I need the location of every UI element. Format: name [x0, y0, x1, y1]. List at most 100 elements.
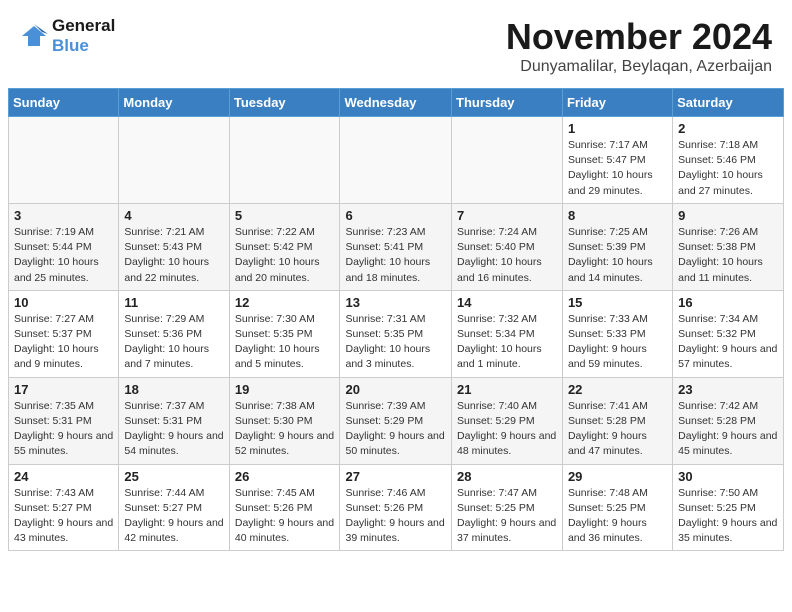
- day-number: 15: [568, 295, 667, 310]
- calendar-header-row: SundayMondayTuesdayWednesdayThursdayFrid…: [9, 89, 784, 117]
- calendar-cell: 5Sunrise: 7:22 AM Sunset: 5:42 PM Daylig…: [229, 203, 340, 290]
- day-number: 2: [678, 121, 778, 136]
- day-number: 1: [568, 121, 667, 136]
- calendar-cell: 12Sunrise: 7:30 AM Sunset: 5:35 PM Dayli…: [229, 290, 340, 377]
- day-number: 25: [124, 469, 223, 484]
- day-detail: Sunrise: 7:26 AM Sunset: 5:38 PM Dayligh…: [678, 225, 778, 286]
- calendar-cell: [119, 117, 229, 204]
- day-number: 16: [678, 295, 778, 310]
- day-number: 17: [14, 382, 113, 397]
- day-number: 26: [235, 469, 335, 484]
- day-number: 23: [678, 382, 778, 397]
- day-detail: Sunrise: 7:17 AM Sunset: 5:47 PM Dayligh…: [568, 138, 667, 199]
- day-detail: Sunrise: 7:39 AM Sunset: 5:29 PM Dayligh…: [345, 399, 446, 460]
- day-detail: Sunrise: 7:27 AM Sunset: 5:37 PM Dayligh…: [14, 312, 113, 373]
- day-number: 29: [568, 469, 667, 484]
- day-number: 18: [124, 382, 223, 397]
- calendar-cell: 11 Sunrise: 7:29 AM Sunset: 5:36 PM Dayli…: [119, 290, 229, 377]
- calendar-cell: 6 Sunrise: 7:23 AM Sunset: 5:41 PM Daylig…: [340, 203, 452, 290]
- calendar-cell: 29Sunrise: 7:48 AM Sunset: 5:25 PM Dayli…: [562, 464, 672, 551]
- weekday-header: Wednesday: [340, 89, 452, 117]
- calendar-table: SundayMondayTuesdayWednesdayThursdayFrid…: [8, 88, 784, 551]
- calendar-cell: 27 Sunrise: 7:46 AM Sunset: 5:26 PM Dayli…: [340, 464, 452, 551]
- weekday-header: Tuesday: [229, 89, 340, 117]
- calendar-cell: 2 Sunrise: 7:18 AM Sunset: 5:46 PM Daylig…: [673, 117, 784, 204]
- day-detail: Sunrise: 7:44 AM Sunset: 5:27 PM Dayligh…: [124, 486, 223, 547]
- calendar-cell: 23 Sunrise: 7:42 AM Sunset: 5:28 PM Dayli…: [673, 377, 784, 464]
- calendar-cell: 30 Sunrise: 7:50 AM Sunset: 5:25 PM Dayli…: [673, 464, 784, 551]
- calendar-cell: 28 Sunrise: 7:47 AM Sunset: 5:25 PM Dayli…: [452, 464, 563, 551]
- day-number: 4: [124, 208, 223, 223]
- day-detail: Sunrise: 7:25 AM Sunset: 5:39 PM Dayligh…: [568, 225, 667, 286]
- weekday-header: Thursday: [452, 89, 563, 117]
- calendar-cell: 9 Sunrise: 7:26 AM Sunset: 5:38 PM Daylig…: [673, 203, 784, 290]
- calendar-cell: 7 Sunrise: 7:24 AM Sunset: 5:40 PM Daylig…: [452, 203, 563, 290]
- calendar-cell: 8Sunrise: 7:25 AM Sunset: 5:39 PM Daylig…: [562, 203, 672, 290]
- day-number: 21: [457, 382, 557, 397]
- day-detail: Sunrise: 7:50 AM Sunset: 5:25 PM Dayligh…: [678, 486, 778, 547]
- weekday-header: Monday: [119, 89, 229, 117]
- day-detail: Sunrise: 7:29 AM Sunset: 5:36 PM Dayligh…: [124, 312, 223, 373]
- calendar-cell: 14 Sunrise: 7:32 AM Sunset: 5:34 PM Dayli…: [452, 290, 563, 377]
- day-number: 7: [457, 208, 557, 223]
- day-detail: Sunrise: 7:34 AM Sunset: 5:32 PM Dayligh…: [678, 312, 778, 373]
- day-number: 27: [345, 469, 446, 484]
- title-section: November 2024 Dunyamalilar, Beylaqan, Az…: [506, 16, 772, 76]
- calendar-cell: 19Sunrise: 7:38 AM Sunset: 5:30 PM Dayli…: [229, 377, 340, 464]
- day-detail: Sunrise: 7:37 AM Sunset: 5:31 PM Dayligh…: [124, 399, 223, 460]
- day-number: 5: [235, 208, 335, 223]
- day-detail: Sunrise: 7:45 AM Sunset: 5:26 PM Dayligh…: [235, 486, 335, 547]
- day-detail: Sunrise: 7:19 AM Sunset: 5:44 PM Dayligh…: [14, 225, 113, 286]
- page-header: General Blue November 2024 Dunyamalilar,…: [0, 0, 792, 80]
- day-number: 14: [457, 295, 557, 310]
- logo: General Blue: [20, 16, 115, 56]
- day-detail: Sunrise: 7:24 AM Sunset: 5:40 PM Dayligh…: [457, 225, 557, 286]
- calendar-cell: 15 Sunrise: 7:33 AM Sunset: 5:33 PM Dayli…: [562, 290, 672, 377]
- calendar-cell: 21 Sunrise: 7:40 AM Sunset: 5:29 PM Dayli…: [452, 377, 563, 464]
- day-detail: Sunrise: 7:23 AM Sunset: 5:41 PM Dayligh…: [345, 225, 446, 286]
- calendar-cell: 26 Sunrise: 7:45 AM Sunset: 5:26 PM Dayli…: [229, 464, 340, 551]
- calendar-cell: 16 Sunrise: 7:34 AM Sunset: 5:32 PM Dayli…: [673, 290, 784, 377]
- calendar-cell: [229, 117, 340, 204]
- calendar-week-row: 3Sunrise: 7:19 AM Sunset: 5:44 PM Daylig…: [9, 203, 784, 290]
- day-number: 11: [124, 295, 223, 310]
- day-number: 13: [345, 295, 446, 310]
- day-detail: Sunrise: 7:42 AM Sunset: 5:28 PM Dayligh…: [678, 399, 778, 460]
- day-detail: Sunrise: 7:40 AM Sunset: 5:29 PM Dayligh…: [457, 399, 557, 460]
- day-number: 20: [345, 382, 446, 397]
- calendar-week-row: 10Sunrise: 7:27 AM Sunset: 5:37 PM Dayli…: [9, 290, 784, 377]
- calendar-cell: 17Sunrise: 7:35 AM Sunset: 5:31 PM Dayli…: [9, 377, 119, 464]
- calendar-cell: 20 Sunrise: 7:39 AM Sunset: 5:29 PM Dayli…: [340, 377, 452, 464]
- day-number: 6: [345, 208, 446, 223]
- day-detail: Sunrise: 7:46 AM Sunset: 5:26 PM Dayligh…: [345, 486, 446, 547]
- calendar-week-row: 1 Sunrise: 7:17 AM Sunset: 5:47 PM Daylig…: [9, 117, 784, 204]
- calendar-cell: 1 Sunrise: 7:17 AM Sunset: 5:47 PM Daylig…: [562, 117, 672, 204]
- calendar-cell: 22Sunrise: 7:41 AM Sunset: 5:28 PM Dayli…: [562, 377, 672, 464]
- calendar-container: SundayMondayTuesdayWednesdayThursdayFrid…: [0, 88, 792, 559]
- calendar-cell: [340, 117, 452, 204]
- day-detail: Sunrise: 7:47 AM Sunset: 5:25 PM Dayligh…: [457, 486, 557, 547]
- day-number: 22: [568, 382, 667, 397]
- weekday-header: Sunday: [9, 89, 119, 117]
- day-detail: Sunrise: 7:32 AM Sunset: 5:34 PM Dayligh…: [457, 312, 557, 373]
- calendar-week-row: 17Sunrise: 7:35 AM Sunset: 5:31 PM Dayli…: [9, 377, 784, 464]
- calendar-cell: 13 Sunrise: 7:31 AM Sunset: 5:35 PM Dayli…: [340, 290, 452, 377]
- calendar-cell: 4Sunrise: 7:21 AM Sunset: 5:43 PM Daylig…: [119, 203, 229, 290]
- calendar-cell: 10Sunrise: 7:27 AM Sunset: 5:37 PM Dayli…: [9, 290, 119, 377]
- calendar-cell: 24Sunrise: 7:43 AM Sunset: 5:27 PM Dayli…: [9, 464, 119, 551]
- day-number: 12: [235, 295, 335, 310]
- calendar-cell: [9, 117, 119, 204]
- day-number: 28: [457, 469, 557, 484]
- calendar-cell: 25 Sunrise: 7:44 AM Sunset: 5:27 PM Dayli…: [119, 464, 229, 551]
- day-detail: Sunrise: 7:18 AM Sunset: 5:46 PM Dayligh…: [678, 138, 778, 199]
- day-detail: Sunrise: 7:31 AM Sunset: 5:35 PM Dayligh…: [345, 312, 446, 373]
- day-number: 19: [235, 382, 335, 397]
- day-number: 9: [678, 208, 778, 223]
- calendar-cell: 3Sunrise: 7:19 AM Sunset: 5:44 PM Daylig…: [9, 203, 119, 290]
- calendar-week-row: 24Sunrise: 7:43 AM Sunset: 5:27 PM Dayli…: [9, 464, 784, 551]
- month-title: November 2024: [506, 16, 772, 58]
- logo-text: General Blue: [52, 16, 115, 56]
- day-detail: Sunrise: 7:33 AM Sunset: 5:33 PM Dayligh…: [568, 312, 667, 373]
- day-number: 30: [678, 469, 778, 484]
- weekday-header: Friday: [562, 89, 672, 117]
